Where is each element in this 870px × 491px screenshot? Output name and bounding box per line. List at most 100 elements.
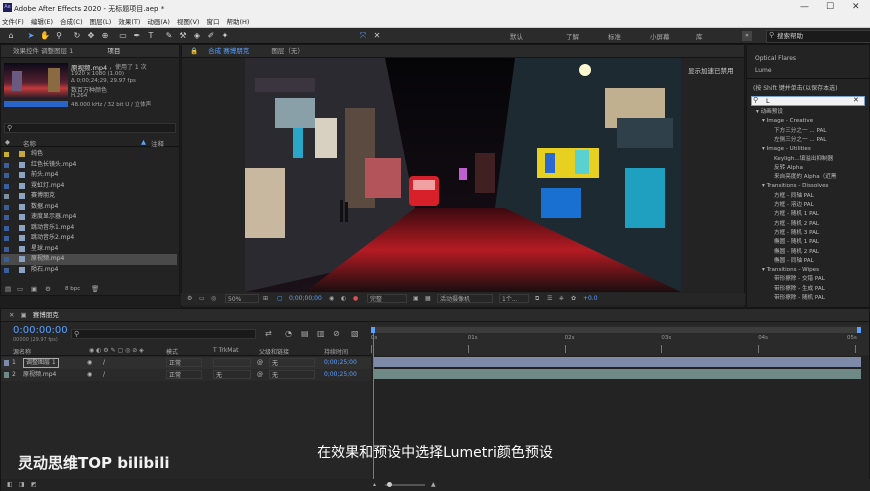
column-duration[interactable]: 持续时间 bbox=[324, 347, 348, 356]
new-folder-icon[interactable]: ▭ bbox=[17, 285, 23, 293]
effects-tree-preset[interactable]: Keyligh...填溢出抑制器 bbox=[752, 155, 870, 165]
effects-tree-preset[interactable]: 带形擦除 - 生成 PAL bbox=[752, 285, 870, 295]
label-color-swatch[interactable] bbox=[4, 225, 9, 231]
menu-window[interactable]: 窗口 bbox=[206, 16, 219, 28]
project-file-row[interactable]: 数据.mp4 bbox=[1, 202, 177, 213]
toggle-pixel-aspect-icon[interactable]: ⧉ bbox=[535, 293, 539, 305]
layer-label-swatch[interactable] bbox=[4, 360, 9, 366]
label-color-swatch[interactable] bbox=[4, 236, 9, 241]
camera-tool-icon[interactable]: ✥ bbox=[86, 31, 96, 41]
zoom-tool-icon[interactable]: ⚲ bbox=[54, 31, 64, 41]
effects-tree-preset[interactable]: 带形擦除 - 随机 PAL bbox=[752, 294, 870, 304]
channel-icon[interactable]: ● bbox=[353, 293, 358, 305]
preset-lume[interactable]: Lume bbox=[755, 67, 772, 74]
motion-blur-icon[interactable]: ⊘ bbox=[333, 329, 340, 338]
close-button[interactable]: ✕ bbox=[852, 2, 860, 12]
switch-visibility-icon[interactable]: ◉ bbox=[87, 357, 92, 369]
workspace-menu-icon[interactable]: » bbox=[742, 31, 752, 41]
layer-parent-dropdown[interactable]: 无 bbox=[269, 358, 315, 367]
layer-trkmat-dropdown[interactable] bbox=[213, 358, 251, 367]
zoom-in-icon[interactable]: ▲ bbox=[431, 479, 436, 491]
reset-exposure-icon[interactable]: ✿ bbox=[571, 293, 576, 305]
menu-effect[interactable]: 效果(T) bbox=[118, 16, 140, 28]
menu-composition[interactable]: 合成(C) bbox=[60, 16, 83, 28]
effects-tree-preset[interactable]: 椭圆 - 同轴 PAL bbox=[752, 257, 870, 267]
effects-search-input[interactable]: L bbox=[751, 96, 865, 106]
snapping-icon[interactable]: ⤧ bbox=[358, 31, 368, 41]
project-file-row[interactable]: 赛博朋克 bbox=[1, 191, 177, 202]
effects-tree-preset[interactable]: 方框 - 溶边 PAL bbox=[752, 201, 870, 211]
show-snapshot-icon[interactable]: ◐ bbox=[341, 293, 346, 305]
timeline-layer-row[interactable]: 2 原视频.mp4 ◉ / 正常 无 @ 无 0;00;25;00 bbox=[1, 369, 371, 381]
project-file-row[interactable]: 红色长镜头.mp4 bbox=[1, 160, 177, 171]
tab-effect-controls[interactable]: 效果控件 调整图层 1 bbox=[13, 45, 73, 57]
grid-icon[interactable]: ⊞ bbox=[263, 293, 268, 305]
layer-duration[interactable]: 0;00;25;00 bbox=[324, 357, 357, 369]
tab-composition[interactable]: 合成 赛博朋克 bbox=[208, 45, 249, 57]
menu-view[interactable]: 视图(V) bbox=[177, 16, 200, 28]
view-layout-dropdown[interactable]: 1个... bbox=[499, 294, 529, 303]
workspace-standard[interactable]: 标准 bbox=[608, 31, 621, 41]
in-out-toggle-icon[interactable]: ◩ bbox=[31, 479, 37, 491]
effects-tree-preset[interactable]: 方框 - 随机 3 PAL bbox=[752, 229, 870, 239]
effects-tree-folder[interactable]: ▾ Transitions - Dissolves bbox=[752, 182, 870, 192]
monitor-icon[interactable]: ▭ bbox=[199, 293, 205, 305]
hand-tool-icon[interactable]: ✋ bbox=[40, 31, 50, 41]
effects-tree-preset[interactable]: 左侧三分之一 ... PAL bbox=[752, 136, 870, 146]
switch-visibility-icon[interactable]: ◉ bbox=[87, 369, 92, 381]
effects-tree-folder[interactable]: ▾ Transitions - Wipes bbox=[752, 266, 870, 276]
menu-file[interactable]: 文件(F) bbox=[2, 16, 24, 28]
project-file-row[interactable]: 速度显示器.mp4 bbox=[1, 212, 177, 223]
playhead[interactable] bbox=[373, 333, 374, 491]
layer-duration-bar[interactable] bbox=[373, 369, 861, 379]
tab-timeline-comp[interactable]: 赛博朋克 bbox=[33, 309, 59, 321]
region-of-interest-icon[interactable]: ▢ bbox=[277, 293, 283, 305]
label-color-swatch[interactable] bbox=[4, 267, 9, 273]
project-settings-icon[interactable]: ⚙ bbox=[45, 285, 51, 293]
draft-3d-icon[interactable]: ◔ bbox=[285, 329, 292, 338]
preset-optical-flares[interactable]: Optical Flares bbox=[755, 55, 796, 62]
interpret-footage-icon[interactable]: ▤ bbox=[5, 285, 11, 293]
layer-name[interactable]: 调整图层 1 bbox=[23, 358, 59, 368]
pen-tool-icon[interactable]: ✒ bbox=[132, 31, 142, 41]
tab-layer[interactable]: 图层（无） bbox=[271, 45, 304, 57]
zoom-out-icon[interactable]: ▴ bbox=[373, 479, 376, 491]
parent-pickwhip-icon[interactable]: @ bbox=[257, 357, 263, 369]
label-color-swatch[interactable] bbox=[4, 246, 9, 252]
effects-tree-preset[interactable]: 反转 Alpha bbox=[752, 164, 870, 174]
menu-help[interactable]: 帮助(H) bbox=[226, 16, 249, 28]
roto-brush-tool-icon[interactable]: ✐ bbox=[206, 31, 216, 41]
search-help-input[interactable]: 搜索帮助 bbox=[766, 30, 870, 43]
time-ruler[interactable]: 0s 01s 02s 03s 04s 05s bbox=[371, 325, 869, 355]
effects-tree-preset[interactable]: 椭圆 - 随机 1 PAL bbox=[752, 238, 870, 248]
column-note[interactable]: 注释 bbox=[151, 138, 164, 148]
snapshot-icon[interactable]: ◉ bbox=[329, 293, 334, 305]
zoom-slider-knob[interactable] bbox=[387, 482, 392, 487]
effects-tree-preset[interactable]: 方框 - 随机 2 PAL bbox=[752, 220, 870, 230]
column-trkmat[interactable]: T TrkMat bbox=[213, 347, 239, 354]
snap-options-icon[interactable]: ✕ bbox=[372, 31, 382, 41]
effects-tree-folder[interactable]: ▾ Image - Utilities bbox=[752, 145, 870, 155]
label-color-swatch[interactable] bbox=[4, 162, 9, 168]
effects-tree-preset[interactable]: 带形擦除 - 交错 PAL bbox=[752, 275, 870, 285]
timeline-layer-row[interactable]: 1 调整图层 1 ◉ / 正常 @ 无 0;00;25;00 bbox=[1, 357, 371, 369]
comp-mini-flowchart-icon[interactable]: ⇄ bbox=[265, 329, 272, 338]
frame-blending-icon[interactable]: ▥ bbox=[317, 329, 325, 338]
label-color-swatch[interactable] bbox=[4, 173, 9, 178]
project-file-row[interactable]: 陨石.mp4 bbox=[1, 265, 177, 276]
label-color-swatch[interactable] bbox=[4, 204, 9, 210]
switch-quality-icon[interactable]: / bbox=[103, 357, 105, 369]
preview-options-icon[interactable]: ⚙ bbox=[187, 293, 192, 305]
tab-project[interactable]: 项目 bbox=[107, 45, 120, 57]
close-tab-icon[interactable]: ✕ bbox=[9, 309, 14, 321]
column-mode[interactable]: 模式 bbox=[166, 347, 178, 356]
label-color-swatch[interactable] bbox=[4, 152, 9, 157]
menu-layer[interactable]: 图层(L) bbox=[90, 16, 112, 28]
resolution-dropdown[interactable]: 完整 bbox=[367, 294, 407, 303]
switch-quality-icon[interactable]: / bbox=[103, 369, 105, 381]
column-source-name[interactable]: 源名称 bbox=[13, 347, 31, 356]
menu-edit[interactable]: 编辑(E) bbox=[31, 16, 53, 28]
workspace-default[interactable]: 默认 bbox=[510, 31, 523, 41]
layer-mode-dropdown[interactable]: 正常 bbox=[166, 358, 202, 367]
transparency-grid-icon[interactable]: ▦ bbox=[425, 293, 431, 305]
